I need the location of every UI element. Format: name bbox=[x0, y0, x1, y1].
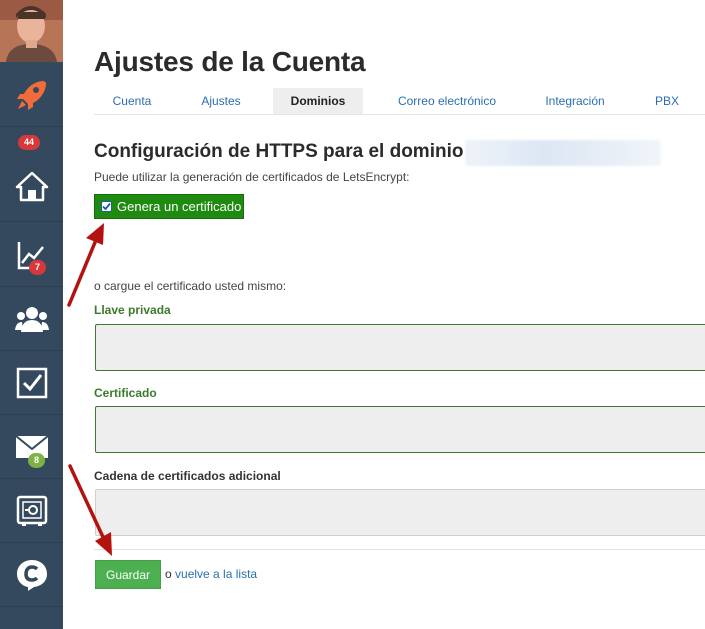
sidebar-item-safe[interactable] bbox=[0, 480, 63, 543]
tab-dominios[interactable]: Dominios bbox=[273, 88, 363, 114]
sidebar-item-chat[interactable] bbox=[0, 544, 63, 607]
page-title: Ajustes de la Cuenta bbox=[94, 46, 366, 77]
safe-icon bbox=[16, 495, 48, 527]
private-key-label: Llave privada bbox=[94, 303, 171, 317]
home-icon bbox=[15, 170, 49, 202]
blurred-domain bbox=[465, 140, 661, 166]
tab-cuenta[interactable]: Cuenta bbox=[102, 88, 162, 114]
sidebar: 44 7 8 bbox=[0, 0, 63, 629]
notification-badge: 44 bbox=[18, 135, 41, 150]
rocket-icon bbox=[14, 77, 50, 113]
users-icon bbox=[14, 304, 49, 334]
tab-integracion[interactable]: Integración bbox=[535, 88, 615, 114]
chain-certificates-field[interactable] bbox=[95, 489, 705, 536]
sidebar-item-mail[interactable]: 8 bbox=[0, 416, 63, 479]
private-key-field[interactable] bbox=[95, 324, 705, 371]
sidebar-item-analytics[interactable]: 7 bbox=[0, 223, 63, 287]
sidebar-item-tasks[interactable] bbox=[0, 352, 63, 415]
upload-hint: o cargue el certificado usted mismo: bbox=[94, 279, 287, 293]
chain-certificates-label: Cadena de certificados adicional bbox=[94, 469, 281, 483]
sidebar-item-contacts[interactable] bbox=[0, 288, 63, 351]
certificate-field[interactable] bbox=[95, 406, 705, 453]
notification-badge: 7 bbox=[29, 260, 47, 275]
generate-certificate-button[interactable]: Genera un certificado bbox=[94, 194, 244, 219]
tab-correo-electronico[interactable]: Correo electrónico bbox=[387, 88, 507, 114]
generate-checkbox[interactable] bbox=[101, 201, 112, 212]
sidebar-item-home[interactable]: 44 bbox=[0, 128, 63, 222]
user-avatar[interactable] bbox=[0, 0, 63, 62]
https-heading: Configuración de HTTPS para el dominio bbox=[94, 141, 464, 162]
divider bbox=[94, 549, 705, 550]
checkbox-task-icon bbox=[16, 367, 48, 399]
back-to-list-link[interactable]: vuelve a la lista bbox=[175, 567, 257, 581]
return-text: o vuelve a la lista bbox=[165, 567, 257, 581]
save-button[interactable]: Guardar bbox=[95, 560, 161, 589]
certificate-label: Certificado bbox=[94, 386, 157, 400]
settings-tabs: Cuenta Ajustes Dominios Correo electróni… bbox=[94, 88, 705, 115]
sidebar-item-start[interactable] bbox=[0, 63, 63, 127]
notification-badge: 8 bbox=[28, 453, 46, 468]
main-content: Ajustes de la Cuenta Cuenta Ajustes Domi… bbox=[63, 0, 705, 629]
letsencrypt-hint: Puede utilizar la generación de certific… bbox=[94, 170, 410, 184]
tab-ajustes[interactable]: Ajustes bbox=[189, 88, 253, 114]
tab-pbx[interactable]: PBX bbox=[647, 88, 687, 114]
chat-bubble-icon bbox=[15, 558, 49, 592]
generate-certificate-label: Genera un certificado bbox=[117, 199, 242, 214]
or-text: o bbox=[165, 567, 172, 581]
